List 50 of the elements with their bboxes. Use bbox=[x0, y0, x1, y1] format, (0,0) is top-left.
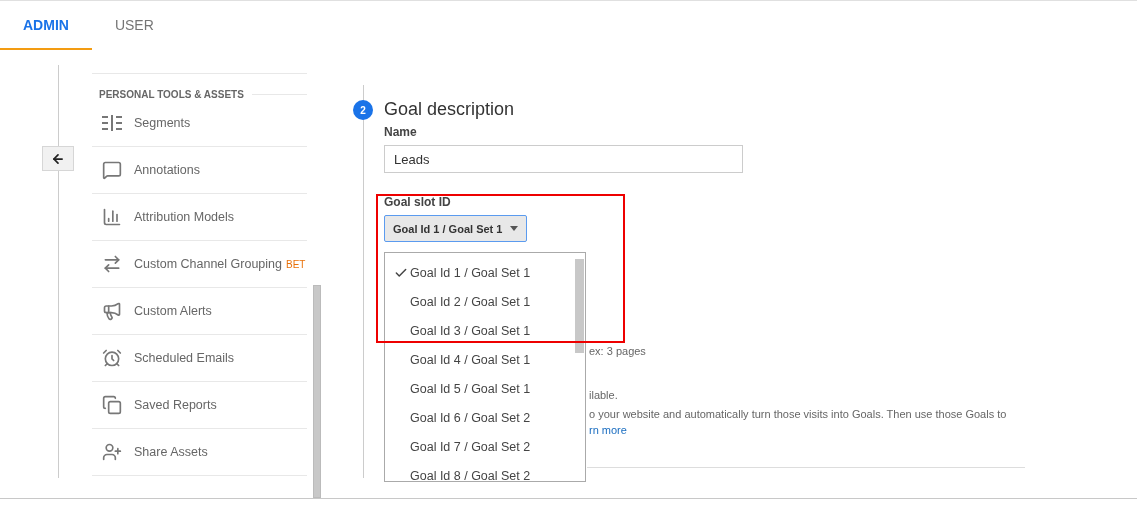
back-button[interactable] bbox=[42, 146, 74, 171]
dropdown-option[interactable]: Goal Id 2 / Goal Set 1 bbox=[385, 287, 585, 316]
name-input[interactable]: Leads bbox=[384, 145, 743, 173]
item-label: Attribution Models bbox=[134, 210, 235, 224]
dropdown-option[interactable]: Goal Id 4 / Goal Set 1 bbox=[385, 345, 585, 374]
sidebar-item[interactable]: Segments bbox=[92, 100, 307, 147]
caret-icon bbox=[510, 226, 519, 231]
dropdown-option[interactable]: Goal Id 5 / Goal Set 1 bbox=[385, 374, 585, 403]
learn-more-link[interactable]: rn more bbox=[589, 424, 627, 436]
dropdown-option[interactable]: Goal Id 1 / Goal Set 1 bbox=[385, 258, 585, 287]
field-label: Name bbox=[384, 125, 418, 139]
note-text: ilable. bbox=[589, 389, 619, 401]
field-label: Goal slot ID bbox=[384, 195, 452, 209]
scrollbar-thumb[interactable] bbox=[575, 259, 584, 353]
sidebar-item[interactable]: Custom Channel Grouping BET bbox=[92, 241, 307, 288]
item-label: Scheduled Emails bbox=[134, 351, 235, 365]
sidebar-item[interactable]: Share Assets bbox=[92, 429, 307, 476]
alarm-clock-icon bbox=[102, 348, 122, 368]
scrollbar-thumb[interactable] bbox=[313, 285, 321, 498]
item-label: Saved Reports bbox=[134, 398, 217, 412]
sidebar-item[interactable]: Scheduled Emails bbox=[92, 335, 307, 382]
item-label: Custom Alerts bbox=[134, 304, 212, 318]
item-label: Share Assets bbox=[134, 445, 208, 459]
sidebar-item[interactable]: Saved Reports bbox=[92, 382, 307, 429]
section-title: PERSONAL TOOLS & ASSETS bbox=[99, 89, 244, 100]
description-text: o your website and automatically turn those visits into Goals. Then use those Goals to bbox=[589, 408, 1008, 420]
tab[interactable]: USER bbox=[91, 1, 177, 50]
section-heading: Goal description bbox=[384, 99, 516, 121]
dropdown-option[interactable]: Goal Id 8 / Goal Set 2 bbox=[385, 461, 585, 481]
item-label: Segments bbox=[134, 116, 191, 130]
sidebar-item[interactable]: Annotations bbox=[92, 147, 307, 194]
beta-label: BET bbox=[286, 258, 306, 270]
item-label: Annotations bbox=[134, 163, 201, 177]
sidebar-item[interactable]: Attribution Models bbox=[92, 194, 307, 241]
sidebar-item[interactable]: Custom Alerts bbox=[92, 288, 307, 335]
dropdown-option[interactable]: Goal Id 7 / Goal Set 2 bbox=[385, 432, 585, 461]
megaphone-icon bbox=[102, 301, 122, 321]
dropdown-option[interactable]: Goal Id 6 / Goal Set 2 bbox=[385, 403, 585, 432]
arrows-icon bbox=[102, 254, 122, 274]
item-label: Custom Channel Grouping bbox=[134, 257, 282, 271]
tab[interactable]: ADMIN bbox=[0, 1, 92, 50]
hint-text: ex: 3 pages bbox=[589, 345, 647, 357]
bar-chart-icon bbox=[102, 207, 122, 227]
goal-slot-dropdown[interactable]: Goal Id 1 / Goal Set 1 bbox=[384, 215, 528, 242]
user-plus-icon bbox=[102, 442, 122, 462]
segments-icon bbox=[102, 115, 122, 131]
dropdown-option[interactable]: Goal Id 3 / Goal Set 1 bbox=[385, 316, 585, 345]
comment-icon bbox=[102, 160, 122, 180]
document-icon bbox=[102, 395, 122, 415]
step-number: 2 bbox=[353, 100, 373, 120]
